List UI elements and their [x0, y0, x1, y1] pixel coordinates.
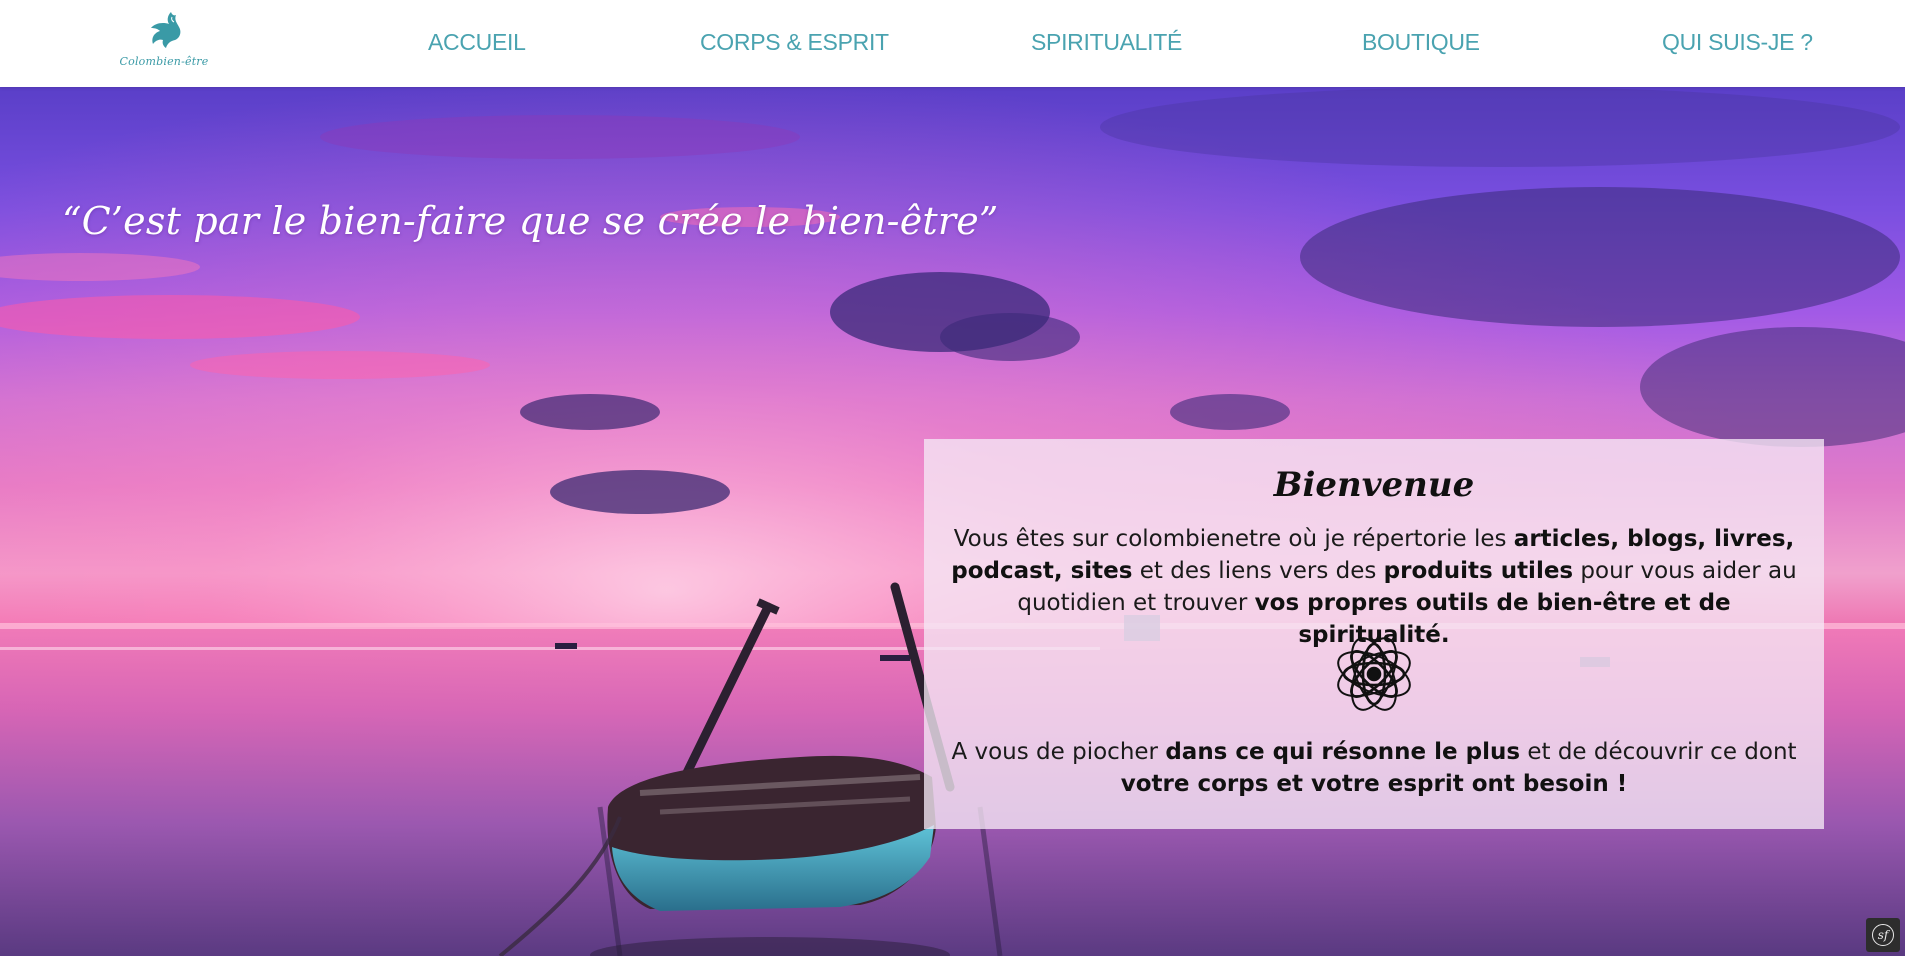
hero-section: “C’est par le bien-faire que se crée le … — [0, 87, 1905, 956]
outro-bold-1: dans ce qui résonne le plus — [1165, 739, 1521, 765]
outro-bold-2: votre corps et votre esprit ont besoin ! — [1120, 771, 1628, 797]
nav-corps-esprit[interactable]: CORPS & ESPRIT — [700, 27, 889, 57]
welcome-outro: A vous de piocher dans ce qui résonne le… — [944, 736, 1804, 800]
welcome-card: Bienvenue Vous êtes sur colombienetre où… — [924, 439, 1824, 829]
welcome-title: Bienvenue — [1273, 465, 1475, 505]
logo-text: Colombien-être — [119, 55, 209, 68]
mandala-flower-icon — [1337, 637, 1411, 711]
sf-icon: sf — [1872, 924, 1894, 946]
site-header: Colombien-être ACCUEIL CORPS & ESPRIT SP… — [0, 0, 1905, 87]
hero-quote: “C’est par le bien-faire que se crée le … — [62, 199, 999, 243]
intro-text-1: Vous êtes sur colombienetre où je répert… — [953, 526, 1514, 552]
intro-bold-2: produits utiles — [1383, 558, 1574, 584]
outro-text-1: A vous de piocher — [951, 739, 1166, 765]
nav-boutique[interactable]: BOUTIQUE — [1362, 27, 1480, 57]
intro-text-2: et des liens vers des — [1132, 558, 1384, 584]
symfony-debug-toolbar-toggle[interactable]: sf — [1866, 918, 1900, 952]
nav-qui-suis-je[interactable]: QUI SUIS-JE ? — [1662, 27, 1813, 57]
nav-spiritualite[interactable]: SPIRITUALITÉ — [1031, 27, 1182, 57]
site-logo[interactable]: Colombien-être — [112, 10, 216, 76]
intro-bold-3: vos propres outils de bien-être et de sp… — [1254, 590, 1731, 648]
outro-text-2: et de découvrir ce dont — [1520, 739, 1797, 765]
dove-logo-icon — [151, 12, 181, 48]
nav-accueil[interactable]: ACCUEIL — [428, 27, 526, 57]
